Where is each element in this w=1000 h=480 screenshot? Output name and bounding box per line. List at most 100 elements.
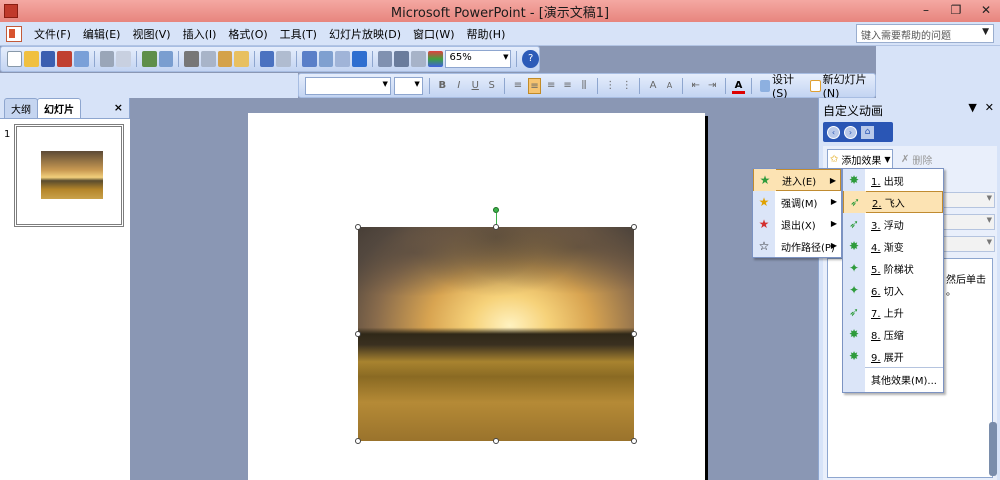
add-effect-button[interactable]: ✩ 添加效果 ▼ xyxy=(827,149,893,169)
table-icon[interactable] xyxy=(318,51,334,67)
menu-item-exit[interactable]: ★ 退出(X) ▶ xyxy=(753,213,841,235)
forward-icon[interactable]: › xyxy=(844,125,857,139)
pane-close-icon[interactable]: ✕ xyxy=(985,101,994,114)
redo-icon[interactable] xyxy=(276,51,292,67)
underline-icon[interactable]: U xyxy=(469,78,482,94)
decrease-indent-icon[interactable]: ⇤ xyxy=(689,78,702,94)
menu-edit[interactable]: 编辑(E) xyxy=(77,26,127,42)
permission-icon[interactable] xyxy=(57,51,72,67)
tab-outline[interactable]: 大纲 xyxy=(4,98,38,118)
grid-icon[interactable] xyxy=(411,51,426,67)
columns-icon[interactable]: ⫼ xyxy=(577,78,590,94)
new-slide-button[interactable]: 新幻灯片(N) xyxy=(808,71,875,100)
resize-handle[interactable] xyxy=(355,331,361,337)
shadow-icon[interactable]: S xyxy=(485,78,498,94)
slide-canvas[interactable] xyxy=(248,113,705,480)
color-grayscale-icon[interactable] xyxy=(427,51,443,67)
menu-item-motion-path[interactable]: ☆ 动作路径(P) ▶ xyxy=(753,235,841,257)
home-icon[interactable]: ⌂ xyxy=(861,125,874,139)
close-panel-icon[interactable]: × xyxy=(114,101,123,114)
pane-menu-icon[interactable]: ▼ xyxy=(968,101,976,114)
font-size-select[interactable] xyxy=(393,76,423,95)
effect-fade[interactable]: ✸ 4. 渐变 xyxy=(843,235,943,257)
menu-insert[interactable]: 插入(I) xyxy=(177,26,223,42)
bold-icon[interactable]: B xyxy=(436,78,449,94)
resize-handle[interactable] xyxy=(355,438,361,444)
spelling-icon[interactable] xyxy=(141,51,157,67)
back-icon[interactable]: ‹ xyxy=(827,125,840,139)
speed-select[interactable] xyxy=(939,236,995,252)
cut-icon[interactable] xyxy=(184,51,199,67)
expand-all-icon[interactable] xyxy=(377,51,393,67)
minimize-icon[interactable]: – xyxy=(918,3,934,17)
menu-file[interactable]: 文件(F) xyxy=(28,26,77,42)
resize-handle[interactable] xyxy=(493,224,499,230)
copy-icon[interactable] xyxy=(200,51,216,67)
slide-thumbnail[interactable] xyxy=(14,124,124,227)
resize-handle[interactable] xyxy=(631,224,637,230)
print-icon[interactable] xyxy=(99,51,115,67)
effect-stairs[interactable]: ✦ 5. 阶梯状 xyxy=(843,257,943,279)
resize-handle[interactable] xyxy=(631,331,637,337)
decrease-font-icon[interactable]: A xyxy=(663,78,676,94)
tables-borders-icon[interactable] xyxy=(335,51,351,67)
align-right-icon[interactable]: ≡ xyxy=(544,78,557,94)
undo-icon[interactable] xyxy=(259,51,275,67)
resize-handle[interactable] xyxy=(631,438,637,444)
menu-tools[interactable]: 工具(T) xyxy=(274,26,323,42)
menu-format[interactable]: 格式(O) xyxy=(222,26,273,42)
justify-icon[interactable]: ≡ xyxy=(561,78,574,94)
effect-peek-in[interactable]: ✦ 6. 切入 xyxy=(843,279,943,301)
toolbar-separator xyxy=(751,77,753,94)
menu-item-emphasis[interactable]: ★ 强调(M) ▶ xyxy=(753,191,841,213)
align-left-icon[interactable]: ≡ xyxy=(511,78,524,94)
menu-window[interactable]: 窗口(W) xyxy=(407,26,460,42)
font-color-icon[interactable]: A xyxy=(731,78,746,94)
increase-indent-icon[interactable]: ⇥ xyxy=(705,78,718,94)
paste-icon[interactable] xyxy=(217,51,233,67)
help-search-input[interactable]: 键入需要帮助的问题 ▼ xyxy=(856,24,994,43)
show-formatting-icon[interactable] xyxy=(394,51,410,67)
effect-appear[interactable]: ✸ 1. 出现 xyxy=(843,169,943,191)
document-icon[interactable] xyxy=(6,25,22,42)
chevron-down-icon[interactable]: ▼ xyxy=(982,27,989,37)
increase-font-icon[interactable]: A xyxy=(646,78,659,94)
align-center-icon[interactable]: ≡ xyxy=(527,77,542,94)
effect-expand[interactable]: ✸ 9. 展开 xyxy=(843,345,943,367)
menu-slideshow[interactable]: 幻灯片放映(D) xyxy=(323,26,407,42)
menu-view[interactable]: 视图(V) xyxy=(126,26,176,42)
format-painter-icon[interactable] xyxy=(234,51,249,67)
numbering-icon[interactable]: ⋮ xyxy=(604,78,617,94)
menu-item-entrance[interactable]: ★ 进入(E) ▶ xyxy=(753,169,841,191)
new-file-icon[interactable] xyxy=(7,51,22,67)
font-name-select[interactable] xyxy=(305,76,391,95)
start-select[interactable] xyxy=(939,192,995,208)
menu-help[interactable]: 帮助(H) xyxy=(461,26,512,42)
bullets-icon[interactable]: ⋮ xyxy=(620,78,633,94)
research-icon[interactable] xyxy=(158,51,174,67)
resize-handle[interactable] xyxy=(355,224,361,230)
resize-handle[interactable] xyxy=(493,438,499,444)
restore-icon[interactable]: ❐ xyxy=(948,3,964,17)
hyperlink-icon[interactable] xyxy=(352,51,367,67)
email-icon[interactable] xyxy=(73,51,89,67)
sunset-field-image[interactable] xyxy=(358,227,634,441)
effect-fly-in[interactable]: ➶ 2. 飞入 xyxy=(843,191,943,213)
print-preview-icon[interactable] xyxy=(116,51,131,67)
italic-icon[interactable]: I xyxy=(452,78,465,94)
remove-effect-button[interactable]: ✗ 删除 xyxy=(901,149,945,169)
help-icon[interactable]: ? xyxy=(522,50,539,68)
effect-compress[interactable]: ✸ 8. 压缩 xyxy=(843,323,943,345)
tab-slides[interactable]: 幻灯片 xyxy=(37,98,81,118)
design-button[interactable]: 设计(S) xyxy=(758,71,805,100)
save-icon[interactable] xyxy=(40,51,56,67)
close-icon[interactable]: ✕ xyxy=(978,3,994,17)
chart-icon[interactable] xyxy=(302,51,317,67)
more-effects-item[interactable]: 其他效果(M)... xyxy=(843,368,943,390)
scrollbar-thumb[interactable] xyxy=(989,422,997,476)
open-folder-icon[interactable] xyxy=(23,51,39,67)
direction-select[interactable] xyxy=(939,214,995,230)
effect-ascend[interactable]: ➶ 7. 上升 xyxy=(843,301,943,323)
zoom-select[interactable]: 65% xyxy=(444,50,512,68)
effect-float[interactable]: ➶ 3. 浮动 xyxy=(843,213,943,235)
